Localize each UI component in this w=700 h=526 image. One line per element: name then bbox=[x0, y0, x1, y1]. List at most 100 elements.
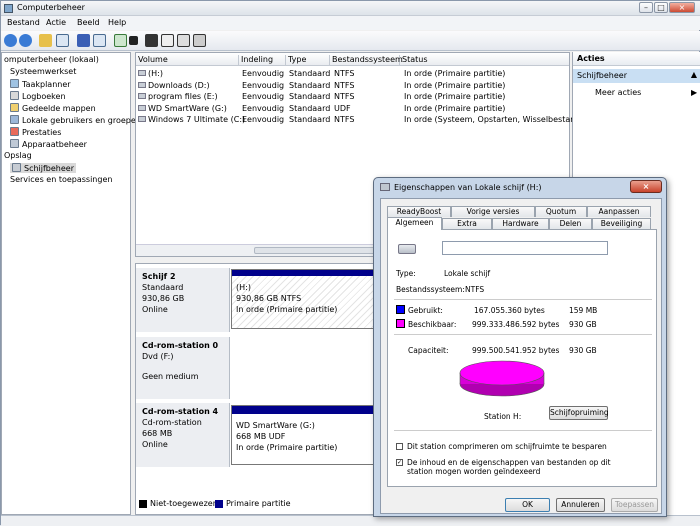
tree-item[interactable]: Apparaatbeheer bbox=[10, 139, 87, 149]
volume-cell-st: In orde (Primaire partitie) bbox=[404, 69, 506, 78]
tree-item[interactable]: Taakplanner bbox=[10, 79, 71, 89]
filesystem-label: Bestandssysteem: bbox=[396, 285, 465, 294]
apply-button[interactable]: Toepassen bbox=[611, 498, 658, 512]
tab-algemeen[interactable]: Algemeen bbox=[387, 217, 442, 230]
menu-help[interactable]: Help bbox=[108, 18, 126, 27]
help-icon[interactable] bbox=[77, 34, 90, 47]
volume-row[interactable]: WD SmartWare (G:) Eenvoudig Standaard UDF In… bbox=[136, 103, 569, 114]
cdrom4-label[interactable]: Cd-rom-station 4 Cd-rom-station 668 MB O… bbox=[136, 403, 230, 467]
tree-item[interactable]: Systeemwerkset bbox=[10, 67, 76, 76]
divider bbox=[394, 334, 652, 335]
tab-hardware[interactable]: Hardware bbox=[492, 218, 549, 229]
drive-icon bbox=[380, 183, 390, 191]
log-icon bbox=[10, 91, 19, 100]
forward-icon[interactable] bbox=[19, 34, 32, 47]
tree-item[interactable]: Logboeken bbox=[10, 91, 66, 101]
tree-item[interactable]: omputerbeheer (lokaal) bbox=[4, 55, 99, 64]
collapse-icon: ▲ bbox=[690, 70, 697, 79]
volume-icon bbox=[138, 81, 146, 88]
cdrom0-label[interactable]: Cd-rom-station 0 Dvd (F:) Geen medium bbox=[136, 337, 230, 399]
used-label: Gebruikt: bbox=[408, 306, 443, 315]
index-checkbox[interactable]: ✓ bbox=[396, 459, 403, 466]
volume-label-input[interactable] bbox=[442, 241, 608, 255]
tab-vorige-versies[interactable]: Vorige versies bbox=[451, 206, 535, 217]
volume-icon bbox=[138, 116, 146, 122]
refresh-icon[interactable] bbox=[114, 34, 127, 47]
tree-item-label: Taakplanner bbox=[22, 80, 71, 89]
tree-item-label: omputerbeheer (lokaal) bbox=[4, 55, 99, 64]
volume-cell-vol: Downloads (D:) bbox=[148, 80, 210, 90]
col-bestandssysteem[interactable]: Bestandssysteem bbox=[330, 55, 403, 66]
volume-cell-lay: Eenvoudig bbox=[242, 92, 285, 101]
tree-item[interactable]: Lokale gebruikers en groepen bbox=[10, 115, 141, 125]
hard-drive-icon bbox=[398, 244, 416, 254]
col-volume[interactable]: Volume bbox=[136, 55, 239, 66]
tab-beveiliging[interactable]: Beveiliging bbox=[592, 218, 651, 229]
search-icon[interactable] bbox=[177, 34, 190, 47]
volume-cell-st: In orde (Primaire partitie) bbox=[404, 92, 506, 101]
menu-bestand[interactable]: Bestand bbox=[7, 18, 40, 27]
disk-cleanup-button[interactable]: Schijfopruiming bbox=[549, 406, 609, 420]
index-label: De inhoud en de eigenschappen van bestan… bbox=[407, 458, 611, 476]
general-tab-panel: Type: Lokale schijf Bestandssysteem: NTF… bbox=[387, 229, 657, 487]
dialog-close-button[interactable]: × bbox=[630, 180, 662, 193]
tab-readyboost[interactable]: ReadyBoost bbox=[387, 206, 451, 217]
free-swatch bbox=[396, 319, 405, 328]
tree-item[interactable]: Gedeelde mappen bbox=[10, 103, 96, 113]
volume-row[interactable]: Downloads (D:) Eenvoudig Standaard NTFS In o… bbox=[136, 80, 569, 91]
tree-item[interactable]: Services en toepassingen bbox=[10, 175, 112, 184]
disk-label[interactable]: Schijf 2 Standaard 930,86 GB Online bbox=[136, 268, 230, 332]
up-folder-icon[interactable] bbox=[39, 34, 52, 47]
compress-checkbox[interactable] bbox=[396, 443, 403, 450]
tree-item[interactable]: Opslag bbox=[4, 151, 32, 160]
show-tree-icon[interactable] bbox=[56, 34, 69, 47]
cancel-button[interactable]: Annuleren bbox=[556, 498, 605, 512]
menu-beeld[interactable]: Beeld bbox=[77, 18, 100, 27]
app-icon bbox=[4, 4, 13, 13]
properties-icon[interactable] bbox=[161, 34, 174, 47]
col-indeling[interactable]: Indeling bbox=[239, 55, 286, 66]
volume-cell-fs: NTFS bbox=[334, 80, 355, 90]
more-actions-link[interactable]: Meer acties bbox=[595, 88, 641, 97]
tree-item[interactable]: Prestaties bbox=[10, 127, 61, 137]
tab-delen[interactable]: Delen bbox=[549, 218, 592, 229]
tab-quotum[interactable]: Quotum bbox=[535, 206, 587, 217]
settings-icon[interactable] bbox=[193, 34, 206, 47]
close-button[interactable]: × bbox=[669, 2, 695, 13]
volume-row[interactable]: Windows 7 Ultimate (C:) Eenvoudig Standaar… bbox=[136, 114, 591, 125]
volume-cell-vol: program files (E:) bbox=[148, 92, 218, 101]
navigation-tree: omputerbeheer (lokaal) Systeemwerkset Taak… bbox=[1, 52, 141, 515]
disk-type: Standaard bbox=[142, 283, 184, 292]
usage-pie-chart bbox=[459, 360, 545, 397]
tree-item[interactable]: Schijfbeheer bbox=[10, 163, 77, 173]
divider bbox=[394, 430, 652, 431]
folder-icon[interactable] bbox=[145, 34, 158, 47]
close-doc-icon[interactable] bbox=[129, 36, 138, 45]
volume-cell-typ: Standaard bbox=[289, 103, 331, 113]
minimize-button[interactable]: – bbox=[639, 2, 653, 13]
disk-name: Cd-rom-station 4 bbox=[142, 407, 219, 416]
filesystem-value: NTFS bbox=[465, 285, 485, 294]
volume-row[interactable]: program files (E:) Eenvoudig Standaard NTFS… bbox=[136, 91, 569, 102]
col-status[interactable]: Status bbox=[400, 55, 569, 66]
capacity-label: Capaciteit: bbox=[408, 346, 449, 355]
volume-title: WD SmartWare (G:) bbox=[236, 421, 315, 430]
console-icon[interactable] bbox=[93, 34, 106, 47]
actions-section[interactable]: Schijfbeheer ▲ bbox=[573, 69, 700, 83]
free-size: 930 GB bbox=[569, 320, 597, 329]
type-value: Lokale schijf bbox=[444, 269, 491, 278]
volume-row[interactable]: (H:) Eenvoudig Standaard NTFS In orde (Prima… bbox=[136, 68, 569, 79]
ok-button[interactable]: OK bbox=[505, 498, 550, 512]
disk-icon bbox=[12, 163, 21, 172]
capacity-bytes: 999.500.541.952 bytes bbox=[472, 346, 560, 355]
tab-extra[interactable]: Extra bbox=[442, 218, 492, 229]
col-type[interactable]: Type bbox=[286, 55, 330, 66]
type-label: Type: bbox=[396, 269, 416, 278]
compress-label: Dit station comprimeren om schijfruimte … bbox=[407, 442, 607, 451]
volume-cell-lay: Eenvoudig bbox=[242, 115, 285, 124]
back-icon[interactable] bbox=[4, 34, 17, 47]
tab-aanpassen[interactable]: Aanpassen bbox=[587, 206, 651, 217]
maximize-button[interactable]: □ bbox=[654, 2, 668, 13]
device-icon bbox=[10, 139, 19, 148]
menu-actie[interactable]: Actie bbox=[46, 18, 66, 27]
